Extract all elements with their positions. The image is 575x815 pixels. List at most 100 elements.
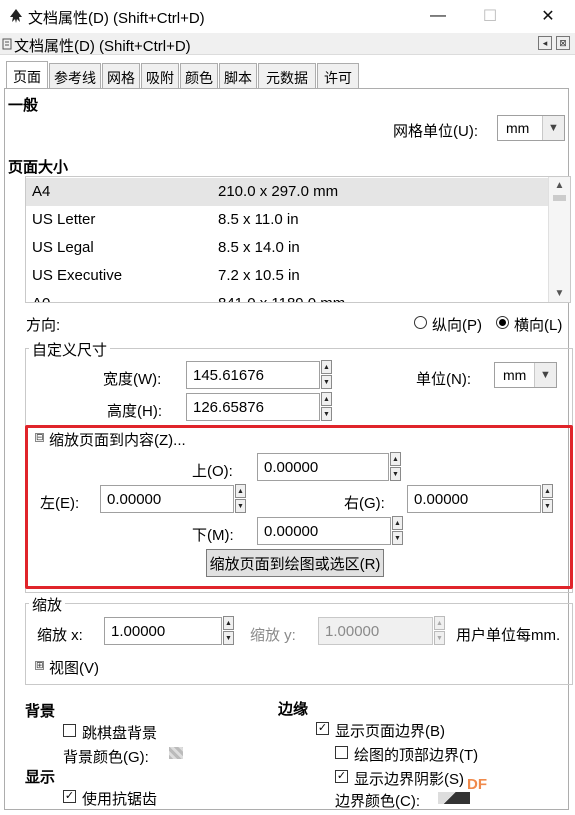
chevron-down-icon[interactable]: ▼ <box>549 285 570 301</box>
page-size-list[interactable]: A4 210.0 x 297.0 mm US Letter 8.5 x 11.0… <box>25 176 571 303</box>
dock-handle-icon[interactable] <box>2 38 12 50</box>
custom-size-heading: 自定义尺寸 <box>29 339 111 360</box>
list-item[interactable]: A0 841.0 x 1189.0 mm <box>26 290 548 302</box>
page-size-name: US Legal <box>32 239 94 256</box>
scale-x-input[interactable]: 1.00000 <box>104 617 222 645</box>
scale-y-stepper: ▲ ▼ <box>434 616 445 646</box>
tab-guides[interactable]: 参考线 <box>49 63 101 89</box>
page-size-dimensions: 8.5 x 14.0 in <box>218 239 300 256</box>
margin-top-input[interactable]: 0.00000 <box>257 453 389 481</box>
margin-bottom-input[interactable]: 0.00000 <box>257 517 391 545</box>
margin-bottom-value: 0.00000 <box>264 523 319 540</box>
user-units-label: 用户单位每mm. <box>456 627 561 644</box>
dock-float-icon[interactable]: ◂ <box>538 36 552 50</box>
width-input[interactable]: 145.61676 <box>186 361 320 389</box>
margin-right-value: 0.00000 <box>414 491 469 508</box>
portrait-label[interactable]: 纵向(P) <box>432 314 482 335</box>
dock-close-icon[interactable]: ⊠ <box>556 36 570 50</box>
window-title: 文档属性(D) (Shift+Ctrl+D) <box>28 10 205 27</box>
window-title-bar: 文档属性(D) (Shift+Ctrl+D) — ☐ ✕ <box>0 0 575 32</box>
antialias-checkbox[interactable]: ✓ <box>63 790 76 803</box>
margin-left-stepper[interactable]: ▲ ▼ <box>235 484 246 514</box>
display-heading: 显示 <box>25 769 56 786</box>
margin-top-stepper[interactable]: ▲ ▼ <box>390 452 401 482</box>
orientation-label: 方向: <box>26 317 61 334</box>
show-border-label: 显示页面边界(B) <box>335 723 445 740</box>
tab-color[interactable]: 颜色 <box>180 63 218 89</box>
margin-left-input[interactable]: 0.00000 <box>100 485 234 513</box>
page-unit-value: mm <box>503 367 527 383</box>
minimize-button[interactable]: — <box>415 0 461 32</box>
dock-header: 文档属性(D) (Shift+Ctrl+D) ◂ ⊠ <box>0 33 575 55</box>
scale-heading: 缩放 <box>29 594 66 615</box>
border-heading: 边缘 <box>278 701 309 718</box>
grid-unit-dropdown[interactable]: mm ▼ <box>497 115 565 141</box>
collapse-icon[interactable]: ⊟ <box>35 433 44 442</box>
border-color-swatch[interactable] <box>438 792 470 804</box>
chevron-down-icon: ▼ <box>542 116 564 140</box>
scrollbar-thumb[interactable] <box>553 195 566 201</box>
scale-y-value: 1.00000 <box>325 623 380 640</box>
margin-right-stepper[interactable]: ▲ ▼ <box>542 484 553 514</box>
page-size-dimensions: 7.2 x 10.5 in <box>218 267 300 284</box>
viewbox-expander-label[interactable]: 视图(V) <box>49 657 99 678</box>
width-stepper[interactable]: ▲ ▼ <box>321 360 332 390</box>
width-value: 145.61676 <box>193 367 264 384</box>
close-button[interactable]: ✕ <box>525 0 571 32</box>
show-shadow-checkbox[interactable]: ✓ <box>335 770 348 783</box>
resize-page-to-drawing-button[interactable]: 缩放页面到绘图或选区(R) <box>206 549 384 577</box>
maximize-button[interactable]: ☐ <box>467 0 513 32</box>
list-item[interactable]: US Legal 8.5 x 14.0 in <box>26 234 548 262</box>
page-size-name: US Executive <box>32 267 123 284</box>
unit-label: 单位(N): <box>416 371 471 388</box>
height-label: 高度(H): <box>107 403 162 420</box>
background-color-swatch[interactable] <box>169 747 183 759</box>
border-on-top-checkbox[interactable] <box>335 746 348 759</box>
page-size-dimensions: 841.0 x 1189.0 mm <box>218 295 345 302</box>
tab-metadata[interactable]: 元数据 <box>258 63 316 89</box>
tab-grids[interactable]: 网格 <box>102 63 140 89</box>
border-on-top-label: 绘图的顶部边界(T) <box>354 747 479 764</box>
portrait-radio[interactable] <box>414 316 427 329</box>
list-item[interactable]: US Letter 8.5 x 11.0 in <box>26 206 548 234</box>
page-unit-dropdown[interactable]: mm ▼ <box>494 362 557 388</box>
landscape-radio[interactable] <box>496 316 509 329</box>
list-item[interactable]: US Executive 7.2 x 10.5 in <box>26 262 548 290</box>
background-color-label: 背景颜色(G): <box>63 749 149 766</box>
show-shadow-label: 显示边界阴影(S) <box>354 771 464 788</box>
page-size-dimensions: 210.0 x 297.0 mm <box>218 183 339 200</box>
margin-bottom-label: 下(M): <box>192 527 234 544</box>
page-size-heading: 页面大小 <box>8 159 69 176</box>
page-size-name: US Letter <box>32 211 96 228</box>
antialias-label: 使用抗锯齿 <box>82 791 158 808</box>
chevron-up-icon[interactable]: ▲ <box>549 177 570 193</box>
expand-icon[interactable]: ⊞ <box>35 661 44 670</box>
width-label: 宽度(W): <box>103 371 162 388</box>
tab-scripts[interactable]: 脚本 <box>219 63 257 89</box>
page-size-name: A4 <box>32 183 51 200</box>
general-heading: 一般 <box>8 97 39 114</box>
scale-x-value: 1.00000 <box>111 623 166 640</box>
tab-page[interactable]: 页面 <box>6 61 48 90</box>
margin-right-input[interactable]: 0.00000 <box>407 485 541 513</box>
show-border-checkbox[interactable]: ✓ <box>316 722 329 735</box>
margin-left-label: 左(E): <box>40 495 80 512</box>
page-size-name: A0 <box>32 295 50 302</box>
margin-top-label: 上(O): <box>192 463 233 480</box>
margin-top-value: 0.00000 <box>264 459 319 476</box>
margin-bottom-stepper[interactable]: ▲ ▼ <box>392 516 403 546</box>
checkerboard-checkbox[interactable] <box>63 724 76 737</box>
scale-x-stepper[interactable]: ▲ ▼ <box>223 616 234 646</box>
watermark-logo: DF <box>467 776 487 793</box>
tab-snap[interactable]: 吸附 <box>141 63 179 89</box>
resize-to-content-heading[interactable]: 缩放页面到内容(Z)... <box>49 429 186 450</box>
page-size-scrollbar[interactable]: ▲ ▼ <box>548 177 570 302</box>
inkscape-logo-icon <box>10 9 22 23</box>
checkerboard-label: 跳棋盘背景 <box>82 725 158 742</box>
landscape-label[interactable]: 横向(L) <box>514 314 562 335</box>
height-stepper[interactable]: ▲ ▼ <box>321 392 332 422</box>
chevron-down-icon: ▼ <box>534 363 556 387</box>
list-item[interactable]: A4 210.0 x 297.0 mm <box>26 178 548 206</box>
tab-license[interactable]: 许可 <box>317 63 359 89</box>
height-input[interactable]: 126.65876 <box>186 393 320 421</box>
